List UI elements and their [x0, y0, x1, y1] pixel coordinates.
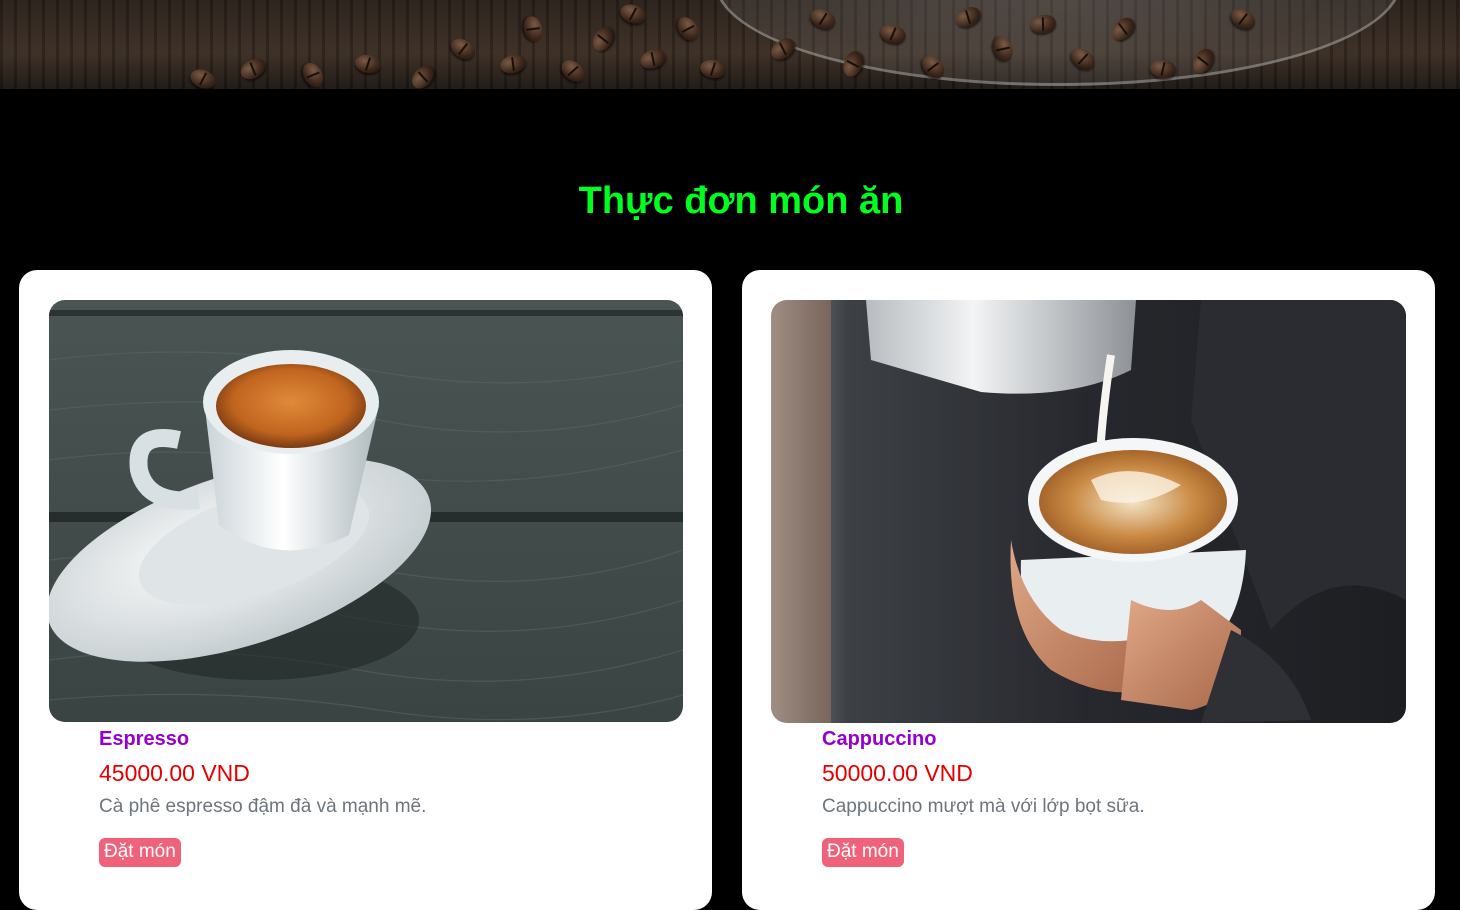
- menu-title: Thực đơn món ăn: [578, 180, 904, 222]
- menu-item-description: Cà phê espresso đậm đà và mạnh mẽ.: [99, 796, 427, 817]
- order-button-espresso[interactable]: Đặt món: [99, 838, 181, 867]
- menu-item-name: Cappuccino: [822, 728, 937, 750]
- menu-item-card: Cappuccino 50000.00 VND Cappuccino mượt …: [742, 270, 1435, 910]
- hero-banner-image: [0, 0, 1460, 89]
- menu-item-price: 45000.00 VND: [99, 760, 250, 786]
- cappuccino-photo: [771, 300, 1406, 723]
- espresso-photo: [49, 300, 683, 722]
- menu-item-description: Cappuccino mượt mà với lớp bọt sữa.: [822, 796, 1145, 817]
- order-button-cappuccino[interactable]: Đặt món: [822, 838, 904, 867]
- menu-item-price: 50000.00 VND: [822, 760, 973, 786]
- menu-item-name: Espresso: [99, 728, 190, 750]
- menu-item-card: Espresso 45000.00 VND Cà phê espresso đậ…: [19, 270, 712, 910]
